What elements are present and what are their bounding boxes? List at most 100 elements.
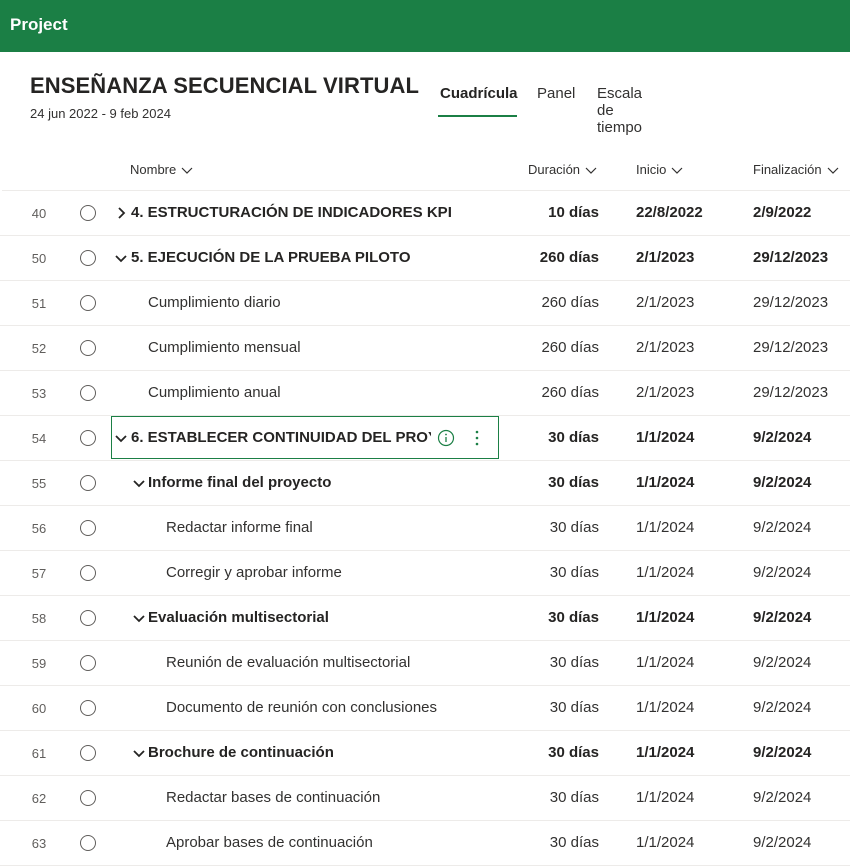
task-name[interactable]: Documento de reunión con conclusiones bbox=[166, 699, 437, 716]
task-end-date[interactable]: 2/9/2022 bbox=[753, 204, 811, 221]
column-header-start[interactable]: Inicio bbox=[636, 162, 683, 177]
task-start-date[interactable]: 22/8/2022 bbox=[636, 204, 703, 221]
complete-circle-icon[interactable] bbox=[80, 655, 96, 671]
task-name[interactable]: Aprobar bases de continuación bbox=[166, 834, 373, 851]
complete-circle-icon[interactable] bbox=[80, 250, 96, 266]
task-end-date[interactable]: 29/12/2023 bbox=[753, 249, 828, 266]
task-name[interactable]: 5. EJECUCIÓN DE LA PRUEBA PILOTO bbox=[131, 249, 411, 266]
chevron-down-icon[interactable] bbox=[133, 612, 145, 624]
task-duration[interactable]: 260 días bbox=[541, 294, 599, 311]
task-end-date[interactable]: 9/2/2024 bbox=[753, 744, 811, 761]
table-row[interactable]: 50 5. EJECUCIÓN DE LA PRUEBA PILOTO 260 dí… bbox=[0, 236, 850, 281]
task-name[interactable]: Informe final del proyecto bbox=[148, 474, 331, 491]
task-name[interactable]: Cumplimiento anual bbox=[148, 384, 281, 401]
complete-circle-icon[interactable] bbox=[80, 295, 96, 311]
chevron-down-icon[interactable] bbox=[133, 477, 145, 489]
complete-circle-icon[interactable] bbox=[80, 700, 96, 716]
chevron-down-icon[interactable] bbox=[133, 747, 145, 759]
task-duration[interactable]: 30 días bbox=[550, 834, 599, 851]
task-name[interactable]: Redactar bases de continuación bbox=[166, 789, 380, 806]
table-row[interactable]: 52 Cumplimiento mensual 260 días 2/1/2023 29… bbox=[0, 326, 850, 371]
complete-circle-icon[interactable] bbox=[80, 835, 96, 851]
task-duration[interactable]: 10 días bbox=[548, 204, 599, 221]
task-start-date[interactable]: 2/1/2023 bbox=[636, 249, 694, 266]
task-duration[interactable]: 30 días bbox=[548, 429, 599, 446]
tab-grid[interactable]: Cuadrícula bbox=[440, 85, 518, 102]
task-duration[interactable]: 30 días bbox=[550, 699, 599, 716]
task-duration[interactable]: 30 días bbox=[550, 654, 599, 671]
task-start-date[interactable]: 1/1/2024 bbox=[636, 609, 694, 626]
task-duration[interactable]: 260 días bbox=[540, 249, 599, 266]
app-name[interactable]: Project bbox=[10, 15, 68, 35]
task-duration[interactable]: 30 días bbox=[548, 474, 599, 491]
more-options-icon[interactable] bbox=[470, 429, 484, 447]
task-duration[interactable]: 260 días bbox=[541, 339, 599, 356]
task-end-date[interactable]: 9/2/2024 bbox=[753, 789, 811, 806]
task-end-date[interactable]: 9/2/2024 bbox=[753, 699, 811, 716]
task-start-date[interactable]: 1/1/2024 bbox=[636, 699, 694, 716]
table-row[interactable]: 57 Corregir y aprobar informe 30 días 1/1/2… bbox=[0, 551, 850, 596]
complete-circle-icon[interactable] bbox=[80, 565, 96, 581]
task-start-date[interactable]: 2/1/2023 bbox=[636, 294, 694, 311]
task-start-date[interactable]: 1/1/2024 bbox=[636, 744, 694, 761]
table-row[interactable]: 55 Informe final del proyecto 30 días 1/1/2… bbox=[0, 461, 850, 506]
task-end-date[interactable]: 9/2/2024 bbox=[753, 474, 811, 491]
table-row[interactable]: 63 Aprobar bases de continuación 30 días 1/… bbox=[0, 821, 850, 866]
task-duration[interactable]: 30 días bbox=[550, 519, 599, 536]
task-name[interactable]: Reunión de evaluación multisectorial bbox=[166, 654, 410, 671]
table-row[interactable]: 61 Brochure de continuación 30 días 1/1/202… bbox=[0, 731, 850, 776]
table-row[interactable]: 51 Cumplimiento diario 260 días 2/1/2023 29/… bbox=[0, 281, 850, 326]
complete-circle-icon[interactable] bbox=[80, 475, 96, 491]
task-name[interactable]: 4. ESTRUCTURACIÓN DE INDICADORES KPI bbox=[131, 204, 452, 221]
table-row[interactable]: 59 Reunión de evaluación multisectorial 30… bbox=[0, 641, 850, 686]
task-name[interactable]: Cumplimiento diario bbox=[148, 294, 281, 311]
table-row[interactable]: 62 Redactar bases de continuación 30 días 1… bbox=[0, 776, 850, 821]
complete-circle-icon[interactable] bbox=[80, 520, 96, 536]
table-row[interactable]: 58 Evaluación multisectorial 30 días 1/1/20… bbox=[0, 596, 850, 641]
task-name[interactable]: Evaluación multisectorial bbox=[148, 609, 329, 626]
task-duration[interactable]: 30 días bbox=[550, 564, 599, 581]
complete-circle-icon[interactable] bbox=[80, 385, 96, 401]
tab-board[interactable]: Panel bbox=[537, 85, 575, 102]
task-end-date[interactable]: 9/2/2024 bbox=[753, 519, 811, 536]
task-start-date[interactable]: 1/1/2024 bbox=[636, 564, 694, 581]
project-title[interactable]: ENSEÑANZA SECUENCIAL VIRTUAL bbox=[30, 73, 419, 99]
task-duration[interactable]: 260 días bbox=[541, 384, 599, 401]
task-end-date[interactable]: 9/2/2024 bbox=[753, 564, 811, 581]
table-row[interactable]: 60 Documento de reunión con conclusiones 3… bbox=[0, 686, 850, 731]
task-name[interactable]: Brochure de continuación bbox=[148, 744, 334, 761]
complete-circle-icon[interactable] bbox=[80, 745, 96, 761]
complete-circle-icon[interactable] bbox=[80, 340, 96, 356]
chevron-down-icon[interactable] bbox=[115, 432, 127, 444]
task-start-date[interactable]: 1/1/2024 bbox=[636, 429, 694, 446]
task-end-date[interactable]: 9/2/2024 bbox=[753, 654, 811, 671]
tab-timeline[interactable]: Escala de tiempo bbox=[597, 85, 642, 136]
task-end-date[interactable]: 29/12/2023 bbox=[753, 339, 828, 356]
task-start-date[interactable]: 1/1/2024 bbox=[636, 474, 694, 491]
task-name[interactable]: Redactar informe final bbox=[166, 519, 313, 536]
task-end-date[interactable]: 29/12/2023 bbox=[753, 384, 828, 401]
task-end-date[interactable]: 9/2/2024 bbox=[753, 609, 811, 626]
column-header-duration[interactable]: Duración bbox=[528, 162, 597, 177]
column-header-name[interactable]: Nombre bbox=[130, 162, 193, 177]
chevron-down-icon[interactable] bbox=[115, 252, 127, 264]
task-start-date[interactable]: 2/1/2023 bbox=[636, 339, 694, 356]
task-duration[interactable]: 30 días bbox=[550, 789, 599, 806]
column-header-end[interactable]: Finalización bbox=[753, 162, 839, 177]
task-end-date[interactable]: 9/2/2024 bbox=[753, 834, 811, 851]
task-duration[interactable]: 30 días bbox=[548, 609, 599, 626]
task-end-date[interactable]: 29/12/2023 bbox=[753, 294, 828, 311]
info-icon[interactable] bbox=[437, 429, 455, 447]
task-start-date[interactable]: 1/1/2024 bbox=[636, 519, 694, 536]
task-name[interactable]: Corregir y aprobar informe bbox=[166, 564, 342, 581]
complete-circle-icon[interactable] bbox=[80, 610, 96, 626]
complete-circle-icon[interactable] bbox=[80, 205, 96, 221]
chevron-right-icon[interactable] bbox=[115, 207, 127, 219]
complete-circle-icon[interactable] bbox=[80, 790, 96, 806]
task-end-date[interactable]: 9/2/2024 bbox=[753, 429, 811, 446]
table-row[interactable]: 54 6. ESTABLECER CONTINUIDAD DEL PROY 30 d… bbox=[0, 416, 850, 461]
task-duration[interactable]: 30 días bbox=[548, 744, 599, 761]
table-row[interactable]: 56 Redactar informe final 30 días 1/1/2024 9… bbox=[0, 506, 850, 551]
complete-circle-icon[interactable] bbox=[80, 430, 96, 446]
task-start-date[interactable]: 2/1/2023 bbox=[636, 384, 694, 401]
